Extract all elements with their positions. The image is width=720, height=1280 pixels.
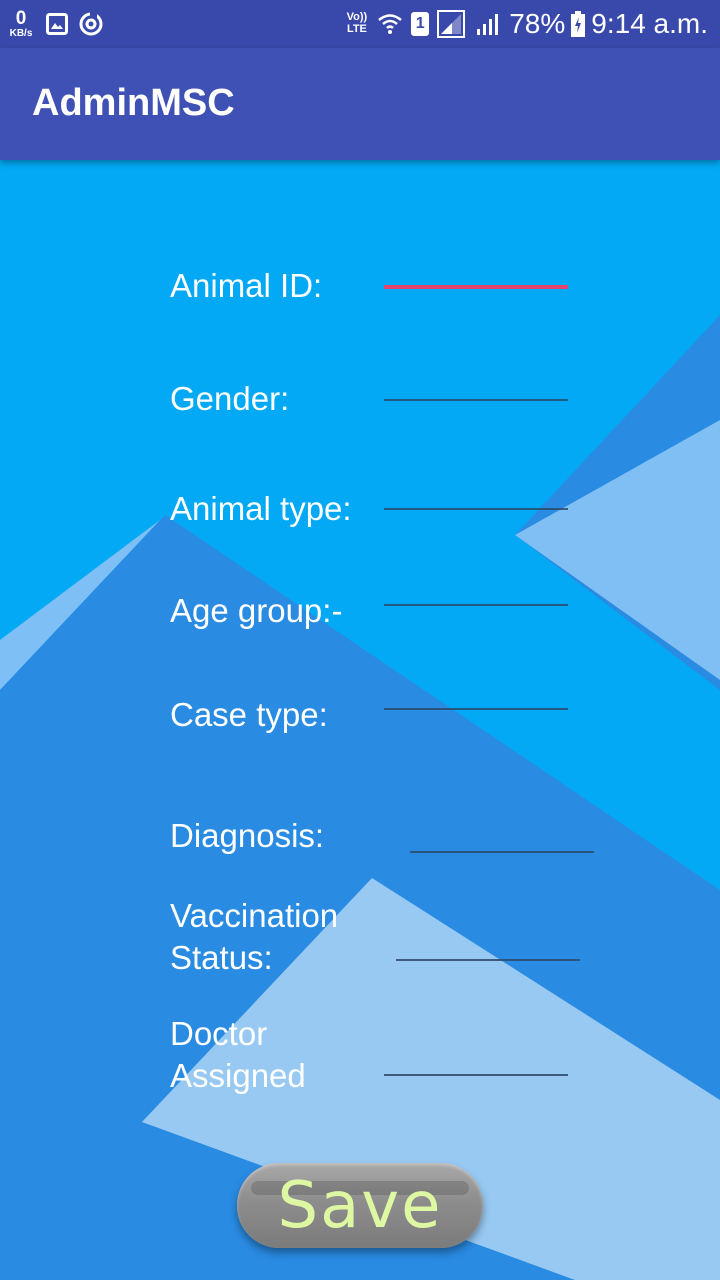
sync-icon [78, 11, 104, 37]
save-button[interactable]: Save [237, 1163, 483, 1248]
battery-icon [571, 11, 586, 37]
animal-id-input[interactable] [384, 285, 568, 289]
animal-type-input[interactable] [384, 508, 568, 510]
save-button-label: Save [277, 1168, 443, 1243]
volte-indicator: Vo)) LTE [347, 12, 368, 35]
clock: 9:14 a.m. [591, 8, 708, 39]
diagnosis-label: Diagnosis: [170, 817, 325, 854]
gender-input[interactable] [384, 399, 568, 401]
wifi-icon [377, 11, 403, 37]
battery-percent: 78% [509, 8, 566, 39]
doctor-assigned-label: Doctor Assigned [170, 1015, 306, 1094]
app-title: AdminMSC [32, 82, 235, 124]
network-speed-value: 0 [15, 8, 27, 29]
app-bar: AdminMSC [0, 48, 720, 160]
network-speed-unit: KB/s [9, 28, 33, 39]
animal-id-label: Animal ID: [170, 267, 323, 304]
background-shapes [0, 315, 720, 1280]
network-speed: 0 KB/s [6, 9, 36, 39]
case-type-label: Case type: [170, 696, 328, 733]
sim-indicator: 1 [411, 12, 430, 36]
vaccination-status-input[interactable] [396, 959, 580, 961]
gallery-icon [46, 13, 68, 35]
gender-label: Gender: [170, 380, 290, 417]
status-bar: 0 KB/s Vo)) LTE 1 78% 9:14 a.m. [0, 0, 720, 48]
doctor-assigned-input[interactable] [384, 1074, 568, 1076]
vaccination-status-label: Vaccination Status: [170, 897, 339, 976]
screen: 0 KB/s Vo)) LTE 1 78% 9:14 a.m. AdminMSC… [0, 0, 720, 1280]
volte-bottom-text: LTE [346, 23, 367, 35]
age-group-input[interactable] [384, 604, 568, 606]
animal-type-label: Animal type: [170, 490, 352, 527]
age-group-label: Age group:- [170, 592, 343, 629]
signal-sim2-icon [475, 11, 501, 37]
case-type-input[interactable] [384, 708, 568, 710]
diagnosis-input[interactable] [410, 851, 594, 853]
signal-sim1-icon [437, 10, 466, 38]
